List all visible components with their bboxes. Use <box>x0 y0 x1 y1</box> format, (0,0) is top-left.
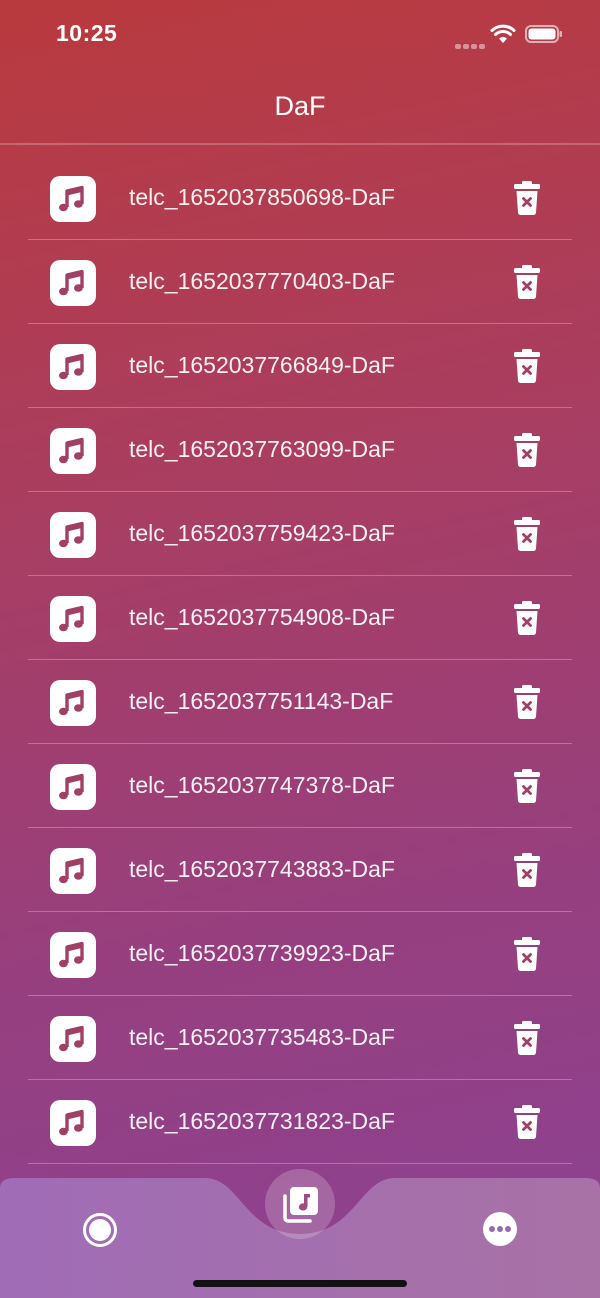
recording-title: telc_1652037739923-DaF <box>129 940 395 966</box>
record-icon[interactable] <box>80 1210 120 1250</box>
trash-icon[interactable] <box>511 348 543 384</box>
recording-row[interactable]: telc_1652037770403-DaF <box>28 240 572 324</box>
music-note-icon <box>50 764 96 810</box>
trash-icon[interactable] <box>511 180 543 216</box>
music-note-icon <box>50 848 96 894</box>
recording-row[interactable]: telc_1652037850698-DaF <box>28 156 572 240</box>
recording-row[interactable]: telc_1652037739923-DaF <box>28 912 572 996</box>
recording-title: telc_1652037850698-DaF <box>129 184 395 210</box>
recording-row[interactable]: telc_1652037754908-DaF <box>28 576 572 660</box>
status-bar: 10:25 <box>0 0 600 70</box>
wifi-icon <box>490 24 516 43</box>
trash-icon[interactable] <box>511 1104 543 1140</box>
trash-icon[interactable] <box>511 1020 543 1056</box>
trash-icon[interactable] <box>511 936 543 972</box>
recording-row[interactable]: telc_1652037747378-DaF <box>28 744 572 828</box>
recording-row[interactable]: telc_1652037759423-DaF <box>28 492 572 576</box>
recording-title: telc_1652037747378-DaF <box>129 772 395 798</box>
trash-icon[interactable] <box>511 432 543 468</box>
recording-title: telc_1652037763099-DaF <box>129 436 395 462</box>
navigation-bar: DaF <box>0 70 600 145</box>
battery-icon <box>525 25 562 43</box>
page-title: DaF <box>274 91 326 121</box>
recording-title: telc_1652037751143-DaF <box>129 688 394 714</box>
music-note-icon <box>50 596 96 642</box>
trash-icon[interactable] <box>511 768 543 804</box>
home-indicator <box>193 1280 407 1287</box>
music-note-icon <box>50 260 96 306</box>
recording-row[interactable]: telc_1652037743883-DaF <box>28 828 572 912</box>
music-note-icon <box>50 428 96 474</box>
recording-title: telc_1652037743883-DaF <box>129 856 395 882</box>
recording-row[interactable]: telc_1652037751143-DaF <box>28 660 572 744</box>
recording-title: telc_1652037770403-DaF <box>129 268 395 294</box>
cellular-signal-icon <box>455 36 487 54</box>
recording-title: telc_1652037735483-DaF <box>129 1024 395 1050</box>
recording-row[interactable]: telc_1652037766849-DaF <box>28 324 572 408</box>
trash-icon[interactable] <box>511 516 543 552</box>
recordings-list: telc_1652037850698-DaF telc_165203777040… <box>28 156 572 1164</box>
trash-icon[interactable] <box>511 684 543 720</box>
music-note-icon <box>50 176 96 222</box>
music-note-icon <box>50 344 96 390</box>
recording-title: telc_1652037759423-DaF <box>129 520 395 546</box>
trash-icon[interactable] <box>511 852 543 888</box>
music-note-icon <box>50 680 96 726</box>
recording-row[interactable]: telc_1652037735483-DaF <box>28 996 572 1080</box>
trash-icon[interactable] <box>511 600 543 636</box>
recording-title: telc_1652037766849-DaF <box>129 352 395 378</box>
music-note-icon <box>50 512 96 558</box>
recording-title: telc_1652037731823-DaF <box>129 1108 395 1134</box>
recording-row[interactable]: telc_1652037763099-DaF <box>28 408 572 492</box>
music-note-icon <box>50 932 96 978</box>
music-note-icon <box>50 1100 96 1146</box>
more-icon[interactable] <box>483 1212 517 1246</box>
music-note-icon <box>50 1016 96 1062</box>
recording-row[interactable]: telc_1652037731823-DaF <box>28 1080 572 1164</box>
recording-title: telc_1652037754908-DaF <box>129 604 395 630</box>
trash-icon[interactable] <box>511 264 543 300</box>
status-time: 10:25 <box>56 20 118 46</box>
music-library-icon[interactable] <box>265 1169 335 1239</box>
